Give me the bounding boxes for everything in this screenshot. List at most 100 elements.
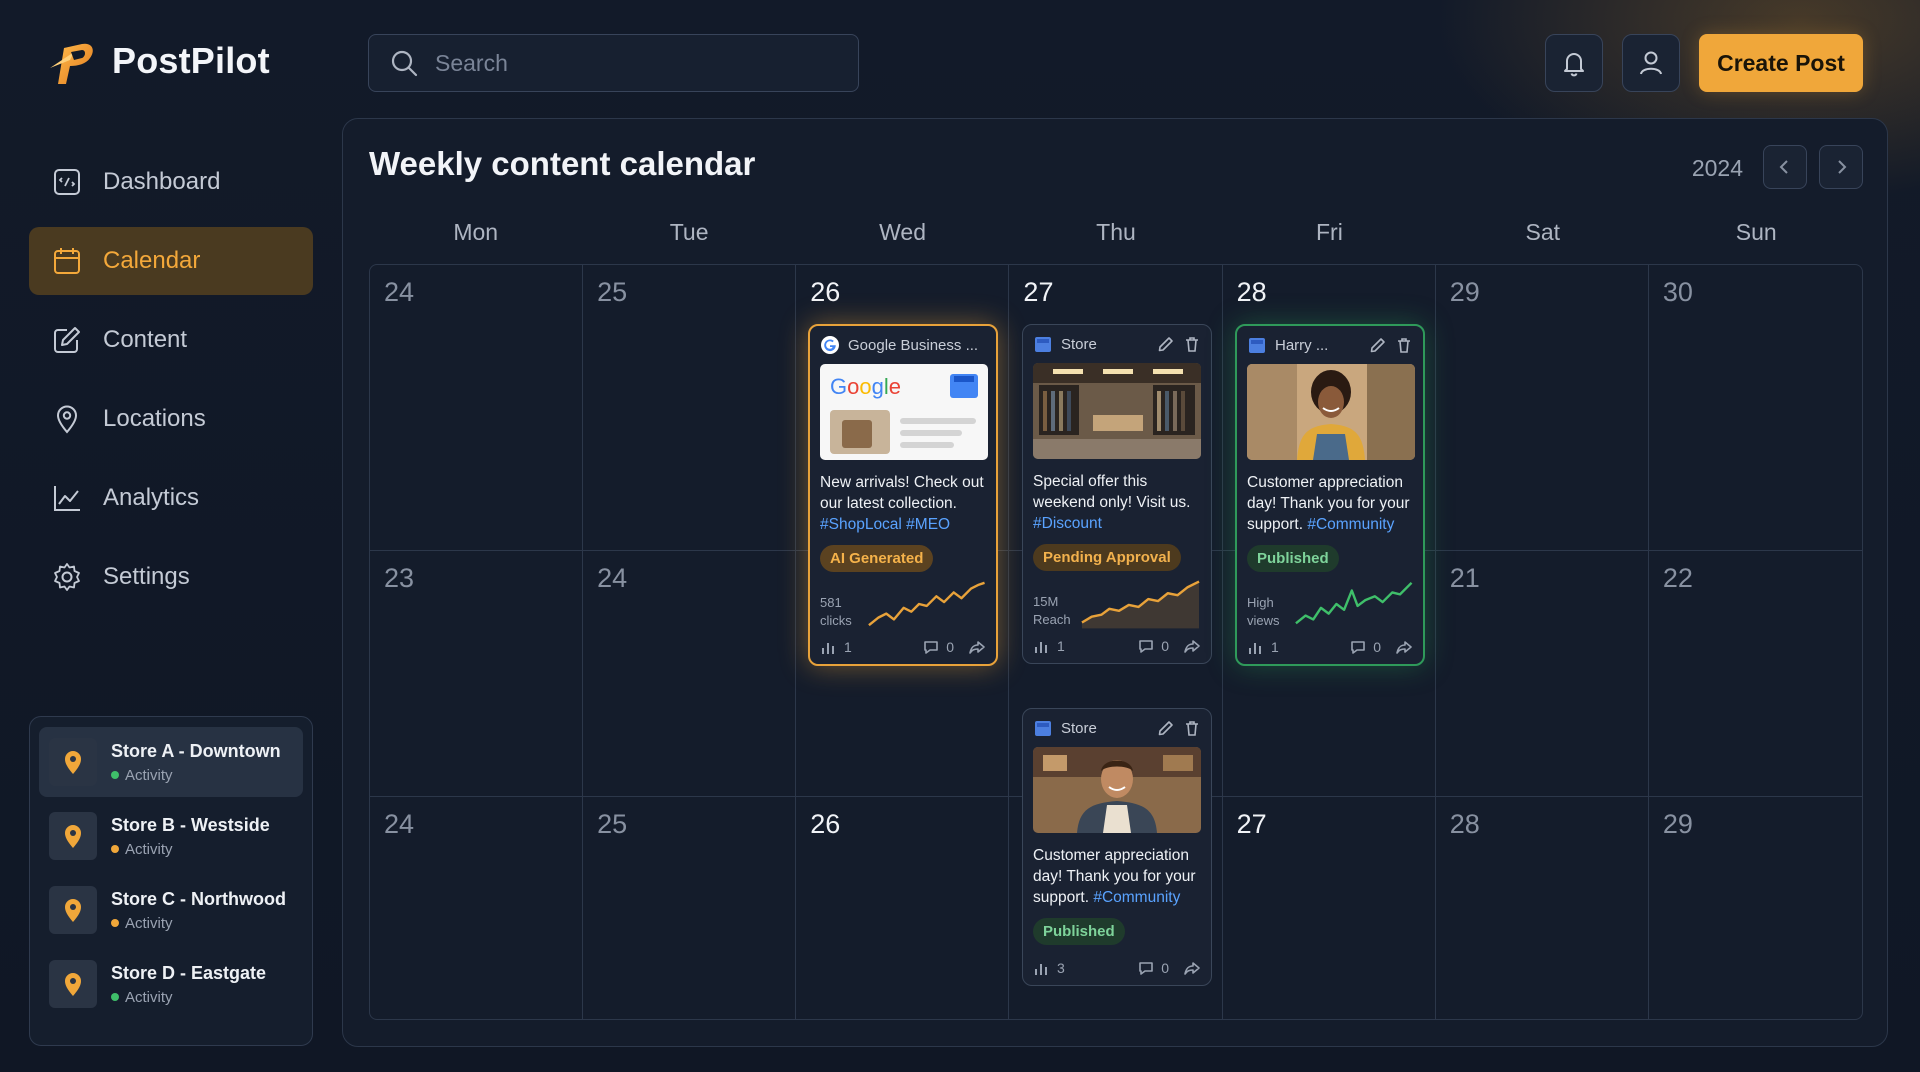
store-icon bbox=[1035, 721, 1051, 736]
post-card[interactable]: Store Special offer this weekend only! V… bbox=[1022, 324, 1212, 664]
metric-label: clicks bbox=[820, 613, 852, 628]
store-name: Store D - Eastgate bbox=[111, 962, 267, 983]
post-image bbox=[1033, 747, 1201, 833]
calendar-cell[interactable]: 25 bbox=[583, 797, 797, 1019]
sidebar-item-label: Calendar bbox=[103, 247, 201, 274]
edit-icon[interactable] bbox=[1369, 336, 1387, 354]
status-badge: Published bbox=[1033, 918, 1125, 945]
calendar-cell[interactable]: 24 bbox=[370, 797, 584, 1019]
date-number: 27 bbox=[1236, 809, 1267, 839]
status-dot bbox=[111, 771, 119, 779]
store-item[interactable]: Store B - Westside Activity bbox=[39, 801, 303, 871]
sidebar-item-label: Content bbox=[103, 326, 188, 353]
edit-icon[interactable] bbox=[1157, 719, 1175, 737]
comment-icon[interactable] bbox=[922, 638, 940, 656]
calendar-cell[interactable]: 26 bbox=[796, 797, 1010, 1019]
date-number: 26 bbox=[810, 277, 841, 307]
store-pin bbox=[49, 738, 97, 786]
sidebar-item-content[interactable]: Content bbox=[29, 306, 313, 374]
metric-value: 581 bbox=[820, 595, 842, 610]
post-image bbox=[1033, 363, 1201, 459]
chevron-right-icon bbox=[1838, 160, 1847, 174]
date-number: 26 bbox=[810, 809, 841, 839]
post-text: Special offer this weekend only! Visit u… bbox=[1033, 473, 1191, 511]
sparkline-chart bbox=[1294, 581, 1412, 625]
store-name: Store B - Westside bbox=[111, 814, 270, 835]
location-pin-icon bbox=[65, 751, 81, 774]
edit-icon[interactable] bbox=[1157, 335, 1175, 353]
app-logo[interactable]: PostPilot bbox=[44, 34, 270, 88]
calendar-icon bbox=[54, 248, 80, 274]
user-icon bbox=[1640, 51, 1662, 75]
post-source: Store bbox=[1061, 335, 1097, 353]
sidebar-item-analytics[interactable]: Analytics bbox=[29, 464, 313, 532]
calendar-cell[interactable]: 21 bbox=[1435, 551, 1649, 797]
date-number: 30 bbox=[1662, 277, 1693, 307]
search-input[interactable] bbox=[435, 49, 838, 77]
post-hashtags[interactable]: #Community bbox=[1307, 516, 1394, 533]
next-week-button[interactable] bbox=[1819, 145, 1863, 189]
create-post-button[interactable]: Create Post bbox=[1699, 34, 1863, 92]
sidebar-item-label: Locations bbox=[103, 405, 206, 432]
status-dot bbox=[111, 993, 119, 1001]
search-icon bbox=[391, 50, 418, 77]
trash-icon[interactable] bbox=[1183, 719, 1201, 737]
post-card[interactable]: Google Business ... Google New arrivals!… bbox=[808, 324, 998, 666]
calendar-cell[interactable]: 24 bbox=[370, 265, 584, 551]
store-item[interactable]: Store A - Downtown Activity bbox=[39, 727, 303, 797]
metric-label: Reach bbox=[1033, 612, 1071, 627]
trash-icon[interactable] bbox=[1395, 336, 1413, 354]
comment-count: 0 bbox=[946, 639, 954, 655]
sparkline-chart bbox=[867, 581, 985, 627]
share-icon[interactable] bbox=[1183, 637, 1201, 655]
share-icon[interactable] bbox=[1395, 638, 1413, 656]
notifications-button[interactable] bbox=[1545, 34, 1603, 92]
post-hashtags[interactable]: #ShopLocal #MEO bbox=[820, 516, 950, 533]
comment-icon[interactable] bbox=[1137, 637, 1155, 655]
sidebar-item-dashboard[interactable]: Dashboard bbox=[29, 148, 313, 216]
share-icon[interactable] bbox=[968, 638, 986, 656]
calendar-cell[interactable]: 27 bbox=[1223, 797, 1436, 1019]
sidebar-item-calendar[interactable]: Calendar bbox=[29, 227, 313, 295]
svg-text:Google: Google bbox=[830, 374, 901, 399]
sidebar-item-locations[interactable]: Locations bbox=[29, 385, 313, 453]
chevron-left-icon bbox=[1779, 160, 1788, 174]
calendar-cell[interactable]: 28 bbox=[1436, 797, 1649, 1019]
store-item[interactable]: Store C - Northwood Activity bbox=[39, 875, 303, 945]
calendar-cell[interactable]: 30 bbox=[1648, 265, 1862, 551]
weekday-label: Thu bbox=[1096, 219, 1136, 245]
post-hashtags[interactable]: #Discount bbox=[1033, 515, 1102, 532]
calendar-cell[interactable]: 25 bbox=[583, 265, 797, 551]
calendar-cell[interactable]: 22 bbox=[1648, 551, 1862, 797]
weekday-label: Wed bbox=[879, 219, 926, 245]
comment-count: 0 bbox=[1161, 638, 1169, 654]
post-card[interactable]: Store Customer appreciation day! Thank y… bbox=[1022, 708, 1212, 986]
date-number: 29 bbox=[1662, 809, 1693, 839]
weekday-label: Tue bbox=[669, 219, 709, 245]
post-hashtags[interactable]: #Community bbox=[1093, 889, 1180, 906]
trash-icon[interactable] bbox=[1183, 335, 1201, 353]
post-card[interactable]: Harry ... Customer appreciation day! Tha… bbox=[1235, 324, 1425, 666]
comment-icon[interactable] bbox=[1137, 959, 1155, 977]
bell-icon bbox=[1564, 53, 1584, 77]
calendar-cell[interactable]: 29 bbox=[1649, 797, 1862, 1019]
share-icon[interactable] bbox=[1183, 959, 1201, 977]
sparkline-chart bbox=[1081, 580, 1200, 629]
logo-icon bbox=[50, 43, 93, 84]
calendar-cell[interactable]: 24 bbox=[583, 551, 797, 797]
date-number: 24 bbox=[597, 563, 628, 593]
calendar-cell[interactable]: 23 bbox=[370, 551, 584, 797]
comment-icon[interactable] bbox=[1349, 638, 1367, 656]
sidebar-item-settings[interactable]: Settings bbox=[29, 543, 313, 611]
search-bar[interactable] bbox=[368, 34, 859, 92]
prev-week-button[interactable] bbox=[1763, 145, 1807, 189]
stat-count: 3 bbox=[1057, 960, 1065, 976]
profile-button[interactable] bbox=[1622, 34, 1680, 92]
location-pin-icon bbox=[65, 973, 81, 996]
sidebar-item-label: Settings bbox=[103, 563, 190, 590]
weekday-label: Sun bbox=[1735, 219, 1777, 245]
date-number: 28 bbox=[1236, 277, 1267, 307]
calendar-cell[interactable]: 29 bbox=[1435, 265, 1649, 551]
store-item[interactable]: Store D - Eastgate Activity bbox=[39, 949, 303, 1019]
sidebar-item-label: Dashboard bbox=[103, 168, 221, 195]
